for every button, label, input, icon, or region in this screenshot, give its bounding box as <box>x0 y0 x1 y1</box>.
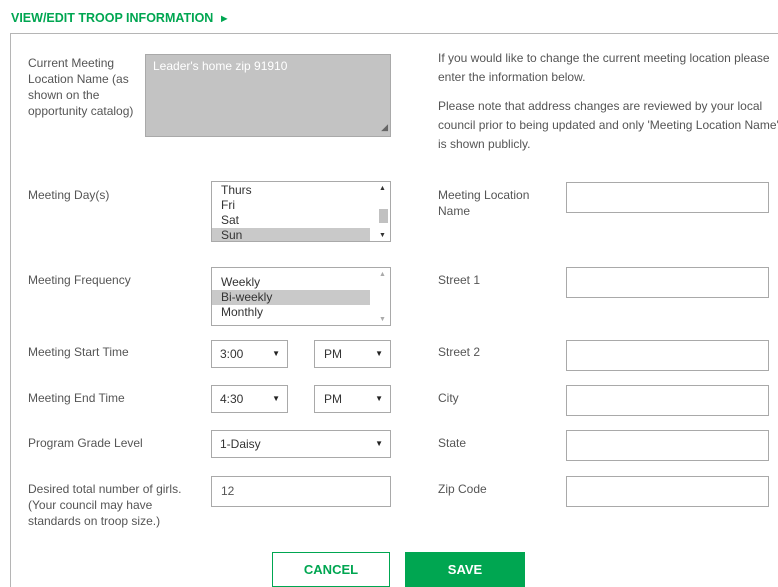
frequency-option[interactable]: Weekly <box>212 275 370 290</box>
current-location-textarea[interactable]: Leader's home zip 91910 ◢ <box>145 54 391 137</box>
scroll-up-icon[interactable]: ▲ <box>379 185 386 192</box>
scroll-down-icon[interactable]: ▼ <box>379 316 386 323</box>
meeting-days-scrollbar[interactable]: ▲ ▼ <box>377 182 390 241</box>
meeting-days-listbox[interactable]: Thurs Fri Sat Sun ▲ ▼ <box>211 181 391 242</box>
street1-input[interactable] <box>566 267 769 298</box>
location-name-label: Meeting Location Name <box>438 188 530 218</box>
resize-grip-icon[interactable]: ◢ <box>381 120 388 135</box>
state-label: State <box>438 436 467 450</box>
current-location-value: Leader's home zip 91910 <box>153 59 288 73</box>
end-time-label: Meeting End Time <box>28 391 125 405</box>
meeting-frequency-listbox[interactable]: Weekly Bi-weekly Monthly ▲ ▼ <box>211 267 391 326</box>
info-paragraph-1: If you would like to change the current … <box>438 51 770 84</box>
meeting-days-label: Meeting Day(s) <box>28 188 110 202</box>
start-time-label: Meeting Start Time <box>28 345 129 359</box>
street2-input[interactable] <box>566 340 769 371</box>
frequency-option[interactable]: Monthly <box>212 305 370 320</box>
city-label: City <box>438 391 459 405</box>
caret-down-icon: ▼ <box>375 439 383 448</box>
location-name-input[interactable] <box>566 182 769 213</box>
meeting-day-option[interactable]: Fri <box>212 198 370 213</box>
girls-count-input[interactable]: 12 <box>211 476 391 507</box>
zip-input[interactable] <box>566 476 769 507</box>
current-location-label: Current Meeting Location Name (as shown … <box>28 56 134 118</box>
scroll-up-icon[interactable]: ▲ <box>379 271 386 278</box>
grade-level-value: 1-Daisy <box>220 437 261 451</box>
girls-count-value: 12 <box>221 484 235 498</box>
frequency-scrollbar[interactable]: ▲ ▼ <box>377 268 390 325</box>
info-paragraph-2: Please note that address changes are rev… <box>438 99 778 151</box>
street1-label: Street 1 <box>438 273 481 287</box>
meeting-day-option[interactable]: Thurs <box>212 183 370 198</box>
street2-label: Street 2 <box>438 345 481 359</box>
caret-down-icon: ▼ <box>375 349 383 358</box>
meeting-day-option-selected[interactable]: Sun <box>212 228 370 241</box>
caret-down-icon: ▼ <box>375 394 383 403</box>
zip-label: Zip Code <box>438 482 487 496</box>
end-ampm-select[interactable]: PM ▼ <box>314 385 391 413</box>
frequency-option-selected[interactable]: Bi-weekly <box>212 290 370 305</box>
grade-level-select[interactable]: 1-Daisy ▼ <box>211 430 391 458</box>
scrollbar-thumb[interactable] <box>379 209 388 223</box>
start-time-select[interactable]: 3:00 ▼ <box>211 340 288 368</box>
meeting-day-option[interactable]: Sat <box>212 213 370 228</box>
play-arrow-icon: ► <box>218 13 230 25</box>
meeting-frequency-label: Meeting Frequency <box>28 273 131 287</box>
caret-down-icon: ▼ <box>272 394 280 403</box>
girls-count-label: Desired total number of girls. (Your cou… <box>28 482 182 528</box>
page-title-text: VIEW/EDIT TROOP INFORMATION <box>11 11 214 25</box>
start-ampm-value: PM <box>324 347 342 361</box>
save-button[interactable]: SAVE <box>405 552 525 587</box>
scroll-down-icon[interactable]: ▼ <box>379 232 386 239</box>
start-ampm-select[interactable]: PM ▼ <box>314 340 391 368</box>
start-time-value: 3:00 <box>220 347 244 361</box>
end-time-select[interactable]: 4:30 ▼ <box>211 385 288 413</box>
grade-level-label: Program Grade Level <box>28 436 143 450</box>
cancel-button[interactable]: CANCEL <box>272 552 390 587</box>
page-title[interactable]: VIEW/EDIT TROOP INFORMATION ► <box>11 11 230 25</box>
city-input[interactable] <box>566 385 769 416</box>
end-ampm-value: PM <box>324 392 342 406</box>
state-input[interactable] <box>566 430 769 461</box>
caret-down-icon: ▼ <box>272 349 280 358</box>
end-time-value: 4:30 <box>220 392 244 406</box>
